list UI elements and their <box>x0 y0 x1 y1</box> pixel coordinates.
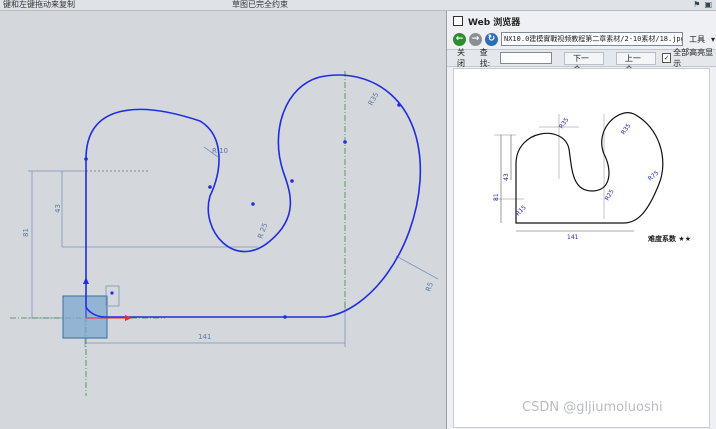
flag-icon[interactable]: ⚑ <box>693 0 700 10</box>
find-prev-button[interactable]: 上一个 <box>615 51 656 74</box>
dim-label: R5 <box>424 281 435 293</box>
center-lines <box>10 71 346 396</box>
watermark-text: CSDN @gljiumoluoshi <box>522 400 663 415</box>
chevron-down-icon[interactable]: ▾ <box>711 35 715 44</box>
back-arrow-icon[interactable]: ← <box>453 32 466 46</box>
svg-text:R35: R35 <box>620 122 633 136</box>
svg-text:141: 141 <box>567 234 579 241</box>
highlight-all-label: 全部高亮显示 <box>673 48 714 68</box>
panel-collapse-icon[interactable] <box>453 16 463 26</box>
sketch-profile[interactable] <box>85 74 422 318</box>
url-field[interactable]: NX10.0建模實戰视频教程第二章素材/2-10素材/18.jpg <box>501 32 683 46</box>
dim-label: 81 <box>22 228 30 237</box>
ref-dimension-lines <box>500 135 634 232</box>
dim-label: R 25 <box>256 222 269 240</box>
image-viewer[interactable]: R35 R35 43 81 R25 R75 R15 141 难度系数 ★★ <box>453 68 710 428</box>
tools-menu[interactable]: 工具 <box>689 34 705 45</box>
difficulty-label: 难度系数 ★★ <box>648 235 691 243</box>
find-label: 查找: <box>479 48 491 68</box>
svg-text:81: 81 <box>493 193 500 201</box>
ref-center-lines <box>494 114 605 219</box>
ref-dim-labels: R35 R35 43 81 R25 R75 R15 141 <box>493 116 660 241</box>
panel-title-text: Web 浏览器 <box>468 17 521 28</box>
svg-text:R25: R25 <box>604 188 616 202</box>
sketch-drawing: R 10 43 81 R 25 R35 141 R5 <box>10 71 439 396</box>
cue-line-text: 键和左键拖动来复制 <box>3 0 75 9</box>
svg-text:R35: R35 <box>558 116 571 130</box>
dim-label: 141 <box>198 333 211 341</box>
svg-text:43: 43 <box>503 173 510 181</box>
browser-nav-bar: ← → ↻ NX10.0建模實戰视频教程第二章素材/2-10素材/18.jpg … <box>453 31 715 47</box>
find-next-button[interactable]: 下一个 <box>563 51 604 74</box>
find-bar: 关闭 查找: 下一个 上一个 ✓ 全部高亮显示 <box>447 47 716 74</box>
refresh-icon[interactable]: ↻ <box>485 32 498 46</box>
dim-label: R35 <box>367 91 381 107</box>
sketch-status-text: 草图已完全约束 <box>232 0 288 9</box>
highlight-all-checkbox[interactable]: ✓ <box>661 53 672 63</box>
forward-arrow-icon[interactable]: → <box>469 32 482 46</box>
find-input[interactable] <box>499 52 552 64</box>
dim-label: R 10 <box>212 147 228 155</box>
top-status-bar: 键和左键拖动来复制 草图已完全约束 ⚑ ▣ <box>0 0 716 11</box>
sketch-canvas[interactable]: R 10 43 81 R 25 R35 141 R5 <box>0 11 446 429</box>
sketch-points <box>84 103 401 319</box>
svg-text:R75: R75 <box>647 169 661 182</box>
pin-icon[interactable]: ▣ <box>704 0 712 10</box>
dim-label: 43 <box>54 204 62 213</box>
web-browser-panel: Web 浏览器 ← → ↻ NX10.0建模實戰视频教程第二章素材/2-10素材… <box>446 11 716 429</box>
panel-title: Web 浏览器 <box>453 14 520 28</box>
find-close-button[interactable]: 关闭 <box>457 47 472 69</box>
topbar-icons: ⚑ ▣ <box>693 0 712 10</box>
ref-profile <box>515 112 664 224</box>
